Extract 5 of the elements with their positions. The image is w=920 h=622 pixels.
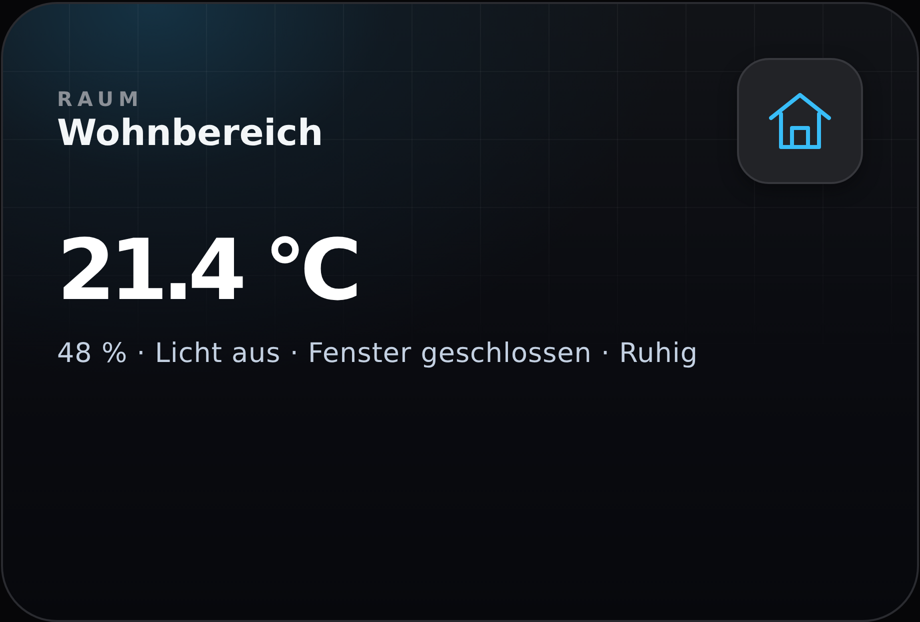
- room-label: RAUM: [57, 87, 144, 111]
- room-name: Wohnbereich: [57, 113, 324, 155]
- temperature-value: 21.4 °C: [57, 222, 358, 318]
- status-summary: 48 % · Licht aus · Fenster geschlossen · Ruhig: [57, 338, 698, 370]
- house-icon: [737, 58, 863, 184]
